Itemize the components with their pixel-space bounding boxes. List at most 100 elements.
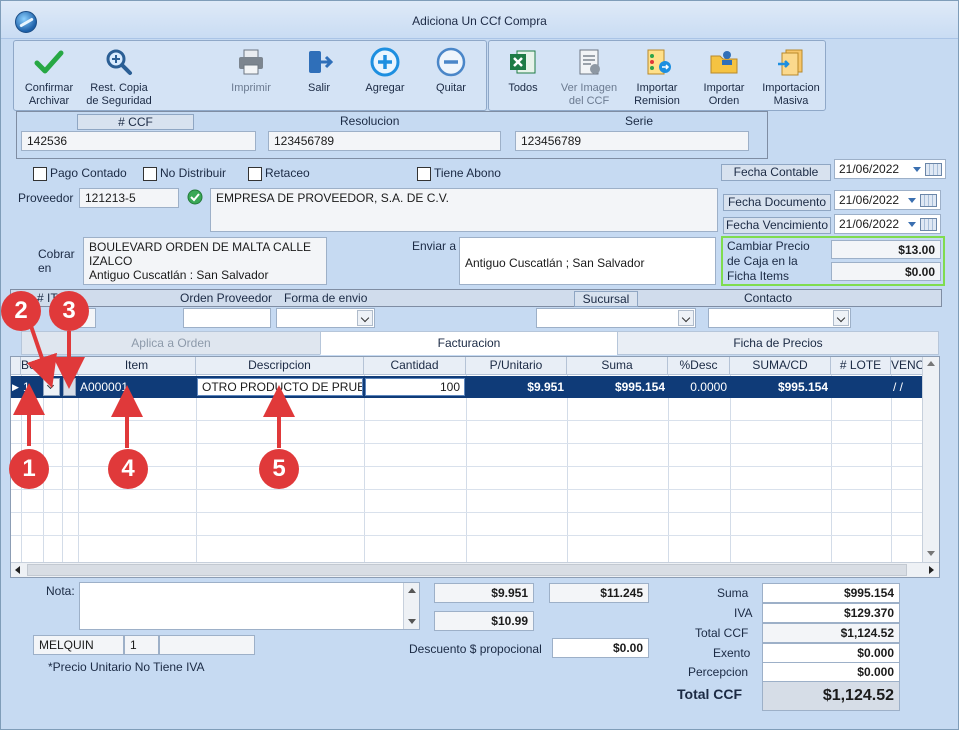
sucursal-select[interactable] [536,308,696,328]
grid-header-suma[interactable]: Suma [567,357,668,375]
items-grid[interactable]: Boega Item Descripcion Cantidad P/Unitar… [10,356,940,578]
lookup-button[interactable] [63,378,76,396]
enviar-address-field[interactable]: Antiguo Cuscatlán ; San Salvador [459,237,716,285]
nota-textarea[interactable] [79,582,420,630]
bodega-dropdown-button[interactable] [43,378,60,396]
fecha-vencimiento-label: Fecha Vencimiento [723,217,831,234]
unit-price-iva-field[interactable]: $11.245 [549,583,649,603]
caja-label: Cambiar Precio de Caja en la Ficha Items [727,239,810,283]
tab-facturacion[interactable]: Facturacion [320,331,618,355]
chevron-down-icon[interactable] [678,310,694,326]
chevron-down-icon[interactable] [833,310,849,326]
grid-vertical-scrollbar[interactable] [922,357,939,562]
checkmark-icon [34,50,64,74]
mass-import-button[interactable]: Importacion Masiva [759,46,823,108]
exit-button[interactable]: Salir [294,46,344,95]
chevron-down-icon[interactable] [357,310,373,326]
grid-header-descripcion[interactable]: Descripcion [196,357,364,375]
caja-price-field-2[interactable]: $0.00 [831,262,941,281]
calendar-icon[interactable] [925,163,942,176]
grid-header-unitario[interactable]: P/Unitario [466,357,567,375]
grid-cell-unitario[interactable]: $9.951 [467,378,564,396]
percepcion-field: $0.000 [762,662,900,682]
grid-header-lote[interactable]: # LOTE [831,357,891,375]
orden-proveedor-field[interactable] [183,308,271,328]
grid-cell-bodega[interactable]: 1 [23,378,43,396]
scroll-thumb[interactable] [27,564,907,576]
ccf-number-field[interactable]: 142536 [21,131,256,151]
grid-cell-lote[interactable] [832,378,889,396]
grid-header-cantidad[interactable]: Cantidad [364,357,466,375]
export-all-button[interactable]: Todos [499,46,547,95]
retaceo-checkbox[interactable]: Retaceo [248,166,310,182]
chevron-down-icon [46,381,55,390]
scroll-up-icon[interactable] [408,588,416,593]
grid-cell-desc[interactable]: 0.0000 [669,378,727,396]
proveedor-name-field[interactable]: EMPRESA DE PROVEEDOR, S.A. DE C.V. [210,188,718,232]
exento-field: $0.000 [762,643,900,663]
print-button[interactable]: Imprimir [226,46,276,95]
scroll-up-icon[interactable] [927,361,935,366]
confirm-archive-button[interactable]: Confirmar Archivar [19,46,79,108]
grid-cell-venc[interactable]: / / [893,378,923,396]
scroll-left-icon[interactable] [15,566,20,574]
ccf-number-label: # CCF [77,114,194,130]
remove-button[interactable]: Quitar [426,46,476,95]
scroll-right-icon[interactable] [929,566,934,574]
nota-scrollbar[interactable] [403,583,419,629]
calendar-icon[interactable] [920,218,937,231]
descuento-field[interactable]: $0.00 [552,638,649,658]
tab-bar: Aplica a Orden Facturacion Ficha de Prec… [21,331,939,355]
pago-contado-checkbox[interactable]: Pago Contado [33,166,127,182]
cobrar-address-field[interactable]: BOULEVARD ORDEN DE MALTA CALLE IZALCO An… [83,237,327,285]
scroll-down-icon[interactable] [408,619,416,624]
magnifier-plus-icon [106,49,132,75]
price-field[interactable]: $10.99 [434,611,534,631]
serie-field[interactable]: 123456789 [515,131,749,151]
grid-header-suma-cd[interactable]: SUMA/CD [730,357,831,375]
calendar-icon[interactable] [920,194,937,207]
printer-icon [239,49,263,75]
grid-cell-suma[interactable]: $995.154 [568,378,665,396]
dropdown-arrow-icon [908,198,916,203]
proveedor-code-field[interactable]: 121213-5 [79,188,179,208]
tiene-abono-checkbox[interactable]: Tiene Abono [417,166,501,182]
dropdown-arrow-icon [913,167,921,172]
forma-envio-select[interactable] [276,308,375,328]
grid-header-venc[interactable]: VENC [891,357,923,375]
tab-ficha-precios[interactable]: Ficha de Precios [617,331,939,355]
import-remission-button[interactable]: Importar Remision [627,46,687,108]
add-button[interactable]: Agregar [360,46,410,95]
view-ccf-image-button[interactable]: Ver Imagen del CCF [559,46,619,108]
grid-cell-descripcion-editor[interactable]: OTRO PRODUCTO DE PRUEBA [197,378,363,396]
fecha-contable-date[interactable]: 21/06/2022 [834,159,946,179]
grid-header-desc[interactable]: %Desc [668,357,730,375]
contacto-select[interactable] [708,308,851,328]
sucursal-label: Sucursal [574,291,638,307]
grid-cell-suma-cd[interactable]: $995.154 [731,378,828,396]
fecha-vencimiento-date[interactable]: 21/06/2022 [834,214,941,234]
iva-label: IVA [734,606,753,620]
fecha-documento-label: Fecha Documento [723,194,831,211]
grid-header-item[interactable]: Item [78,357,196,375]
fecha-documento-date[interactable]: 21/06/2022 [834,190,941,210]
window-title: Adiciona Un CCf Compra [412,14,547,28]
grid-header-bodega[interactable]: Boega [21,357,43,375]
grid-horizontal-scrollbar[interactable] [11,562,939,577]
caja-price-field[interactable]: $13.00 [831,240,941,259]
toolbar-import: Todos Ver Imagen del CCF Importar Remisi… [488,40,826,111]
excel-icon [510,50,536,74]
unit-price-field[interactable]: $9.951 [434,583,534,603]
tab-aplica-orden[interactable]: Aplica a Orden [21,331,321,355]
grid-header-blank-1[interactable] [43,357,62,375]
grid-cell-item[interactable]: A000001 [80,378,194,396]
scroll-down-icon[interactable] [927,551,935,556]
app-window: Adiciona Un CCf Compra Confirmar Archiva… [0,0,959,730]
import-order-button[interactable]: Importar Orden [696,46,752,108]
grid-cell-cantidad-editor[interactable]: 100 [365,378,465,396]
resolucion-field[interactable]: 123456789 [268,131,501,151]
no-distribuir-checkbox[interactable]: No Distribuir [143,166,226,182]
serie-label: Serie [625,114,654,128]
restore-backup-button[interactable]: Rest. Copia de Seguridad [82,46,156,108]
grid-header-blank-2[interactable] [62,357,78,375]
